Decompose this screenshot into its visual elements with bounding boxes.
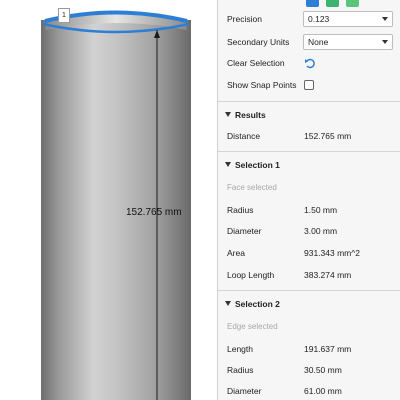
divider	[218, 290, 400, 291]
distance-row: Distance 152.765 mm	[218, 125, 400, 147]
filter-body-button[interactable]	[346, 0, 359, 7]
secondary-units-row: Secondary Units None	[218, 31, 400, 53]
precision-select[interactable]: 0.123	[303, 11, 393, 27]
selection2-length-value: 191.637 mm	[304, 344, 352, 354]
distance-label: Distance	[227, 131, 261, 141]
clear-selection-label: Clear Selection	[227, 58, 285, 68]
triangle-down-icon	[225, 301, 231, 306]
results-title: Results	[235, 110, 266, 120]
filter-face-button[interactable]	[306, 0, 319, 7]
selection2-subtitle-row: Edge selected	[218, 315, 400, 337]
precision-row: Precision 0.123	[218, 8, 400, 30]
cylinder-model[interactable]	[0, 0, 217, 400]
table-row: Diameter 3.00 mm	[218, 220, 400, 242]
divider	[218, 101, 400, 102]
selection1-area-label: Area	[227, 248, 245, 258]
selection1-subtitle: Face selected	[227, 182, 277, 192]
selection1-diameter-label: Diameter	[227, 226, 262, 236]
selection2-title: Selection 2	[235, 299, 280, 309]
table-row: Radius 30.50 mm	[218, 359, 400, 381]
divider	[218, 151, 400, 152]
selection-pin[interactable]: 1	[58, 8, 70, 23]
selection1-section-header[interactable]: Selection 1	[218, 154, 400, 176]
chevron-down-icon	[382, 40, 388, 44]
snap-points-row: Show Snap Points	[218, 74, 400, 96]
table-row: Diameter 61.00 mm	[218, 380, 400, 400]
clear-selection-row: Clear Selection	[218, 52, 400, 74]
triangle-down-icon	[225, 162, 231, 167]
table-row: Length 191.637 mm	[218, 338, 400, 360]
selection2-section-header[interactable]: Selection 2	[218, 293, 400, 315]
precision-value: 0.123	[308, 14, 330, 24]
secondary-units-select[interactable]: None	[303, 34, 393, 50]
chevron-down-icon	[382, 17, 388, 21]
snap-points-checkbox[interactable]	[304, 80, 314, 90]
secondary-units-value: None	[308, 37, 329, 47]
distance-value: 152.765 mm	[304, 131, 352, 141]
triangle-down-icon	[225, 112, 231, 117]
selection1-radius-label: Radius	[227, 205, 254, 215]
measure-label: 152.765 mm	[126, 207, 182, 218]
selection1-radius-value: 1.50 mm	[304, 205, 338, 215]
selection2-subtitle: Edge selected	[227, 321, 278, 331]
measure-panel: Precision 0.123 Secondary Units None Cle…	[217, 0, 400, 400]
table-row: Radius 1.50 mm	[218, 199, 400, 221]
selection2-length-label: Length	[227, 344, 253, 354]
selection2-diameter-value: 61.00 mm	[304, 386, 342, 396]
selection1-loop-length-label: Loop Length	[227, 270, 275, 280]
reset-arrow-icon[interactable]	[304, 57, 316, 69]
results-section-header[interactable]: Results	[218, 104, 400, 126]
selection1-diameter-value: 3.00 mm	[304, 226, 338, 236]
snap-points-label: Show Snap Points	[227, 80, 297, 90]
filter-edge-button[interactable]	[326, 0, 339, 7]
selection2-diameter-label: Diameter	[227, 386, 262, 396]
selection1-loop-length-value: 383.274 mm	[304, 270, 352, 280]
selection2-radius-value: 30.50 mm	[304, 365, 342, 375]
selection2-radius-label: Radius	[227, 365, 254, 375]
secondary-units-label: Secondary Units	[227, 37, 290, 47]
selection1-title: Selection 1	[235, 160, 280, 170]
table-row: Loop Length 383.274 mm	[218, 264, 400, 286]
selection1-area-value: 931.343 mm^2	[304, 248, 360, 258]
precision-label: Precision	[227, 14, 262, 24]
canvas-viewport[interactable]: 1 152.765 mm	[0, 0, 217, 400]
table-row: Area 931.343 mm^2	[218, 242, 400, 264]
selection1-subtitle-row: Face selected	[218, 176, 400, 198]
